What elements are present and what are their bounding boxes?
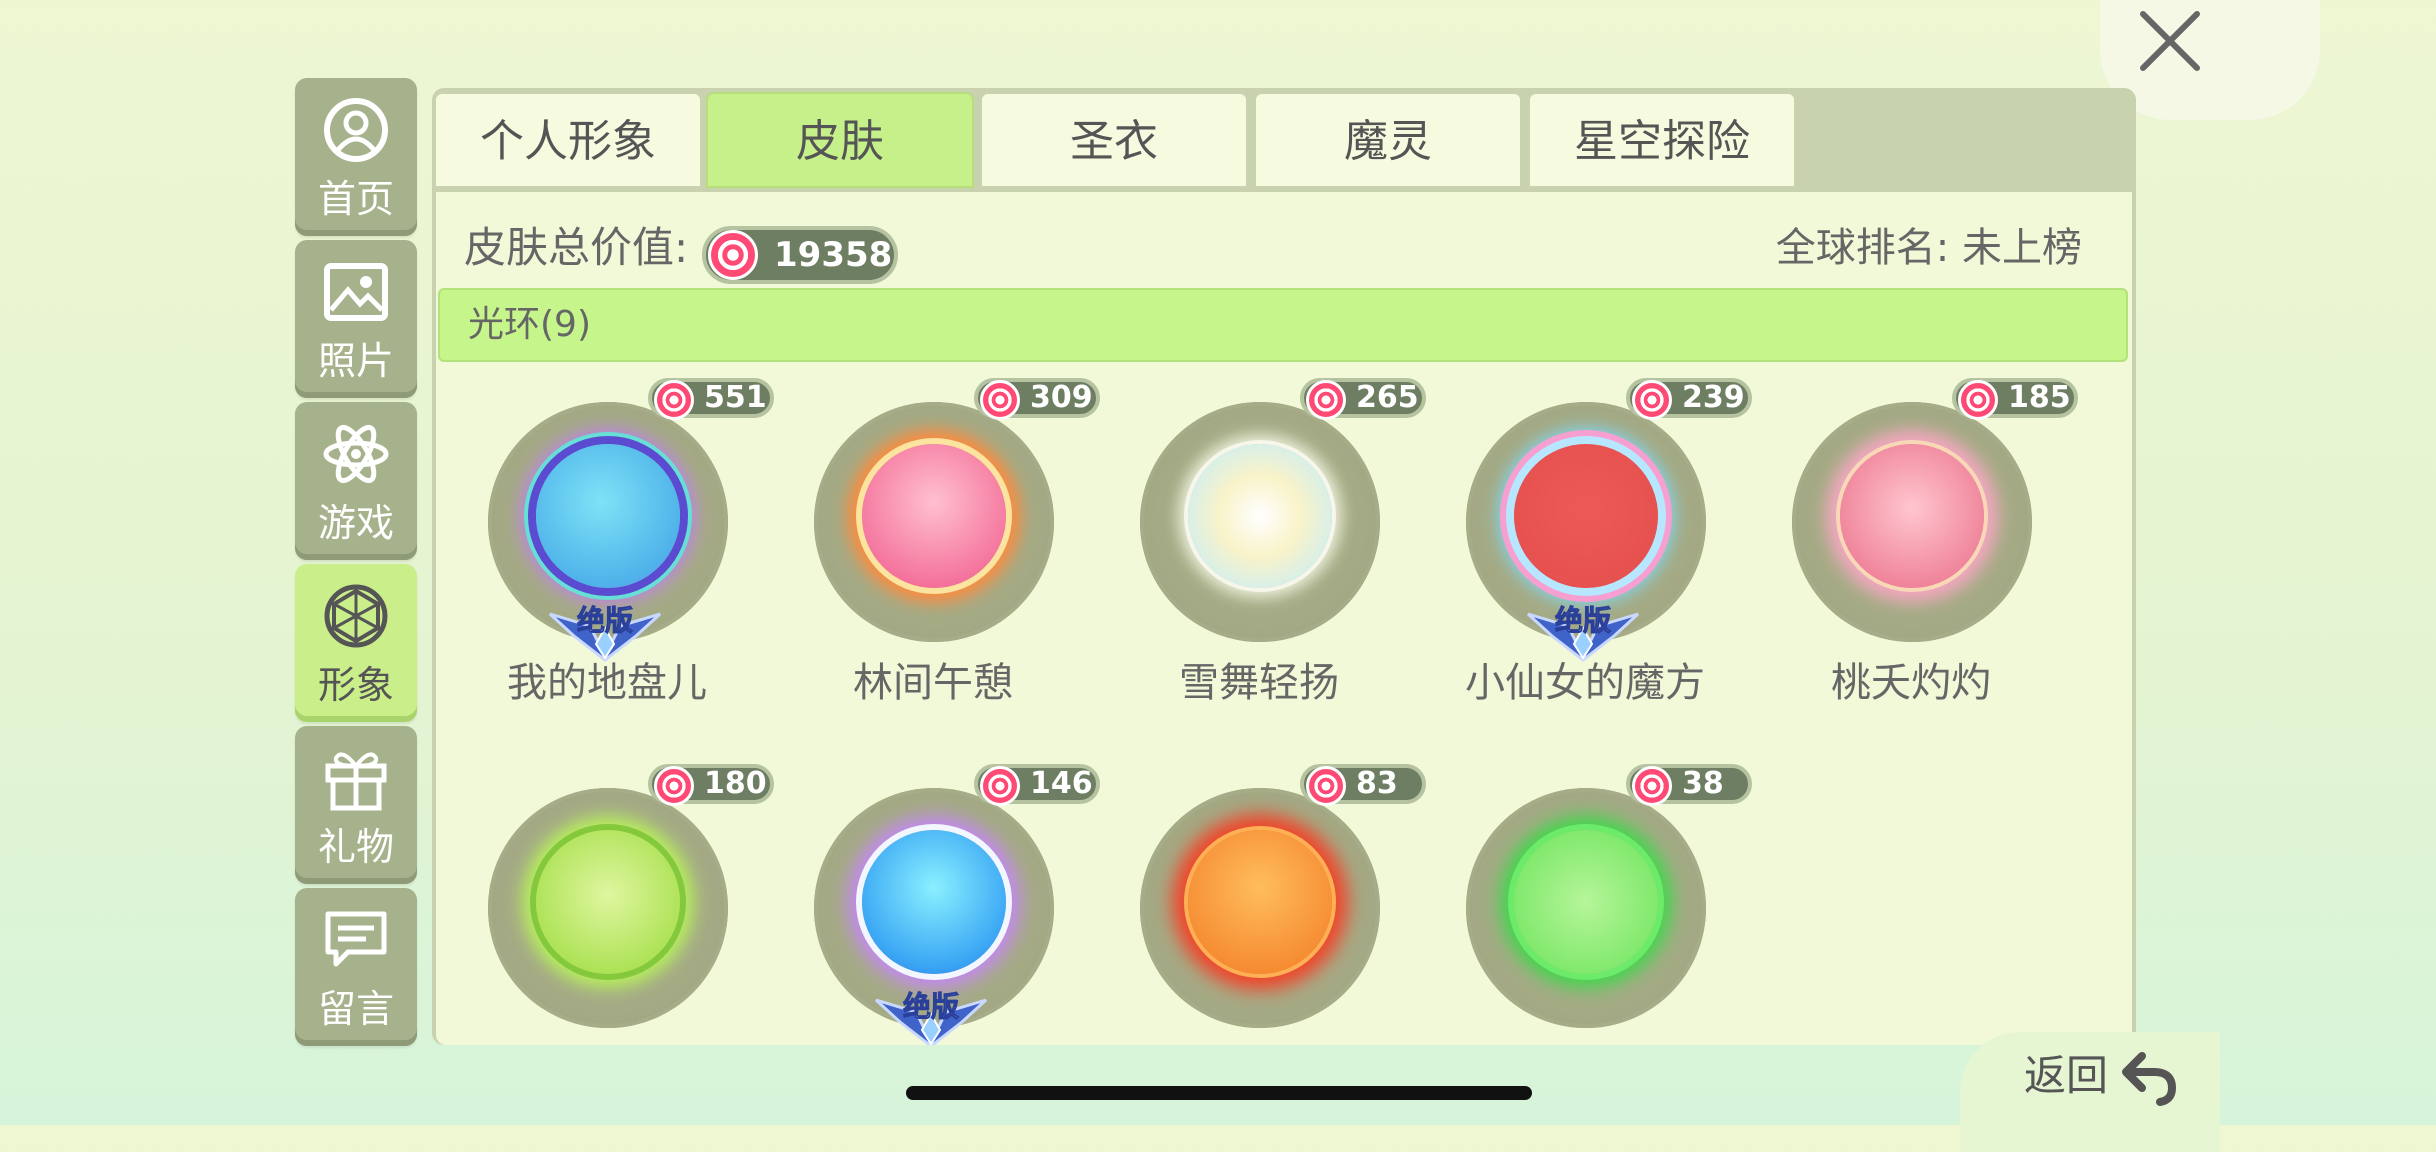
sidebar-item-label: 游戏 <box>317 501 394 545</box>
price-value: 83 <box>1356 766 1398 801</box>
price-badge: 239 <box>1626 378 1752 420</box>
sidebar-item-label: 照片 <box>317 339 394 383</box>
limited-edition-label: 绝版 <box>576 604 633 638</box>
limited-edition-badge: 绝版 <box>540 604 670 662</box>
sidebar-item-avatar[interactable]: 形象 <box>295 564 417 722</box>
halo-item[interactable]: 38 <box>1440 764 1752 1045</box>
halo-name: 林间午憩 <box>853 660 1013 706</box>
halo-preview <box>862 444 1006 588</box>
gem-icon <box>324 584 388 648</box>
halo-frame <box>488 788 728 1028</box>
candy-coin-icon <box>1632 766 1672 806</box>
candy-coin-icon <box>1958 380 1998 420</box>
halo-item[interactable]: 309 林间午憩 <box>788 378 1100 712</box>
tab-holy-robe[interactable]: 圣衣 <box>980 92 1248 188</box>
tab-skins[interactable]: 皮肤 <box>706 92 974 188</box>
price-value: 265 <box>1356 380 1419 415</box>
price-value: 309 <box>1030 380 1093 415</box>
halo-preview <box>1514 444 1658 588</box>
price-badge: 38 <box>1626 764 1752 806</box>
total-value-badge: 19358 <box>702 226 898 284</box>
candy-coin-icon <box>654 766 694 806</box>
halo-preview <box>862 830 1006 974</box>
section-header-halo: 光环(9) <box>438 288 2128 362</box>
candy-coin-icon <box>980 766 1020 806</box>
halo-preview <box>1188 444 1332 588</box>
halo-frame <box>1792 402 2032 642</box>
halo-preview <box>1840 444 1984 588</box>
price-badge: 551 <box>648 378 774 420</box>
limited-edition-badge: 绝版 <box>866 990 996 1045</box>
price-value: 551 <box>704 380 767 415</box>
photo-icon <box>324 263 388 321</box>
sidebar-item-messages[interactable]: 留言 <box>295 888 417 1046</box>
total-value-label: 皮肤总价值: <box>464 223 689 272</box>
atom-icon <box>323 424 389 484</box>
price-value: 38 <box>1682 766 1724 801</box>
limited-edition-badge: 绝版 <box>1518 604 1648 662</box>
halo-preview <box>1188 830 1332 974</box>
halo-item[interactable]: 180 <box>462 764 774 1045</box>
halo-name: 雪舞轻扬 <box>1179 660 1339 706</box>
close-button[interactable] <box>2135 0 2205 80</box>
halo-item[interactable]: 551 绝版我的地盘儿 <box>462 378 774 712</box>
home-indicator <box>906 1086 1532 1100</box>
limited-edition-label: 绝版 <box>902 990 959 1024</box>
price-badge: 265 <box>1300 378 1426 420</box>
tab-star-explore[interactable]: 星空探险 <box>1528 92 1796 188</box>
halo-preview <box>1514 830 1658 974</box>
sidebar-item-label: 首页 <box>317 177 394 221</box>
skins-content: 皮肤总价值: 19358 全球排名: 未上榜 光环(9) 551 绝版 我的地盘儿 3… <box>436 192 2132 1045</box>
halo-item[interactable]: 146 绝版 <box>788 764 1100 1045</box>
halo-item[interactable]: 83 <box>1114 764 1426 1045</box>
candy-coin-icon <box>1306 766 1346 806</box>
halo-item[interactable]: 185 桃夭灼灼 <box>1766 378 2078 712</box>
halo-item[interactable]: 239 绝版小仙女的魔方 <box>1440 378 1752 712</box>
sidebar-item-label: 形象 <box>317 663 394 707</box>
price-badge: 146 <box>974 764 1100 806</box>
candy-coin-icon <box>708 230 758 280</box>
price-value: 185 <box>2008 380 2071 415</box>
sidebar-item-label: 礼物 <box>317 825 394 869</box>
halo-frame <box>1466 788 1706 1028</box>
back-label: 返回 <box>2024 1051 2109 1100</box>
candy-coin-icon <box>654 380 694 420</box>
halo-frame <box>814 402 1054 642</box>
halo-preview <box>536 444 680 588</box>
halo-frame <box>1140 402 1380 642</box>
price-value: 239 <box>1682 380 1745 415</box>
candy-coin-icon <box>980 380 1020 420</box>
price-badge: 309 <box>974 378 1100 420</box>
close-icon <box>2140 11 2200 71</box>
halo-preview <box>536 830 680 974</box>
price-badge: 83 <box>1300 764 1426 806</box>
tab-demon-spirit[interactable]: 魔灵 <box>1254 92 1522 188</box>
price-badge: 180 <box>648 764 774 806</box>
candy-coin-icon <box>1632 380 1672 420</box>
sidebar-item-gifts[interactable]: 礼物 <box>295 726 417 884</box>
price-value: 180 <box>704 766 767 801</box>
message-icon <box>325 911 387 967</box>
limited-edition-label: 绝版 <box>1554 604 1611 638</box>
halo-frame <box>1140 788 1380 1028</box>
global-rank: 全球排名: 未上榜 <box>1775 225 2082 271</box>
return-arrow-icon <box>2122 1052 2177 1106</box>
halo-item[interactable]: 265 雪舞轻扬 <box>1114 378 1426 712</box>
skins-panel: 个人形象 皮肤 圣衣 魔灵 星空探险 皮肤总价值: 19358 全球排名: 未上… <box>432 88 2136 1045</box>
sidebar-item-games[interactable]: 游戏 <box>295 402 417 560</box>
sidebar-item-label: 留言 <box>317 987 394 1031</box>
back-button[interactable]: 返回 <box>2020 1044 2220 1110</box>
halo-name: 桃夭灼灼 <box>1831 660 1991 706</box>
price-value: 146 <box>1030 766 1093 801</box>
halo-name: 我的地盘儿 <box>507 660 707 706</box>
price-badge: 185 <box>1952 378 2078 420</box>
tab-personal-image[interactable]: 个人形象 <box>434 92 702 188</box>
halo-name: 小仙女的魔方 <box>1465 660 1705 706</box>
user-circle-icon <box>324 98 388 162</box>
sidebar-item-photos[interactable]: 照片 <box>295 240 417 398</box>
gift-icon <box>325 752 387 811</box>
total-value: 19358 <box>774 235 893 275</box>
candy-coin-icon <box>1306 380 1346 420</box>
sidebar-item-home[interactable]: 首页 <box>295 78 417 236</box>
